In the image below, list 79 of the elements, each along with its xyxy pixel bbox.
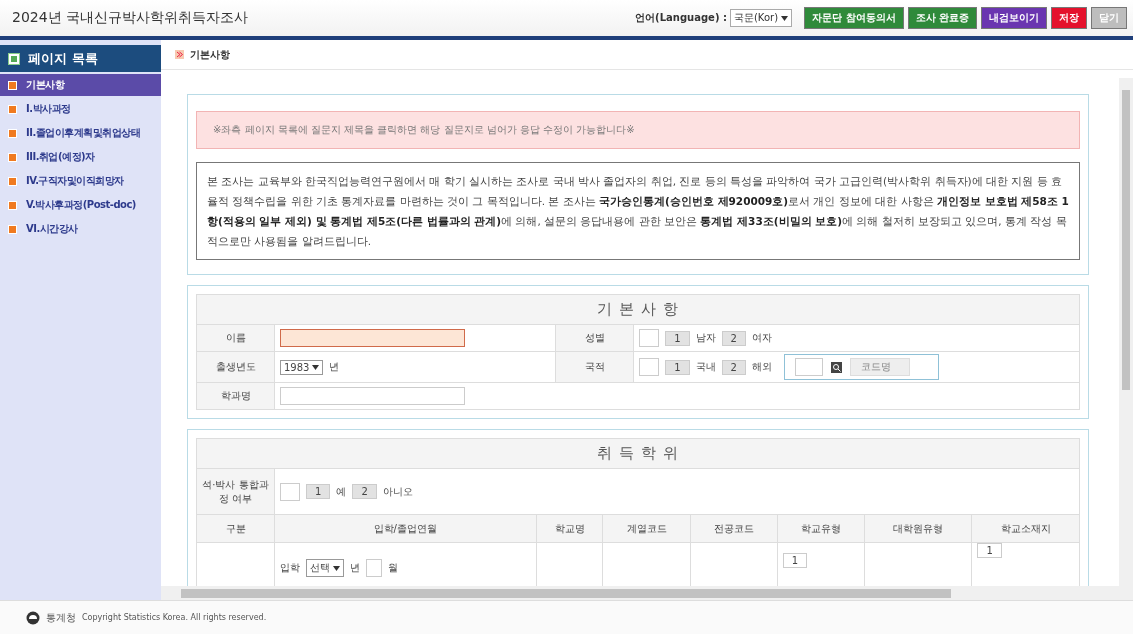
section-title: 취 득 학 위 — [196, 438, 1080, 469]
unit-label: 월 — [388, 561, 398, 575]
sidebar-item[interactable]: VI.시간강사 — [0, 218, 161, 240]
section-title: 기 본 사 항 — [196, 294, 1080, 325]
option-label: 여자 — [751, 331, 772, 345]
logo-icon — [26, 610, 40, 625]
header-button[interactable]: 조사 완료증 — [907, 7, 977, 29]
country-code-input[interactable] — [794, 358, 823, 376]
sidebar-item[interactable]: I.박사과정 — [0, 98, 161, 120]
bullet-icon — [8, 80, 17, 90]
location-input[interactable]: 1 — [977, 543, 1002, 558]
field-label: 학과명 — [196, 382, 275, 410]
answer-box[interactable] — [639, 329, 660, 347]
breadcrumb: 기본사항 — [190, 47, 230, 62]
bullet-icon — [175, 50, 184, 59]
notice-text: ※좌측 페이지 목록에 질문지 제목을 클릭하면 해당 질문지로 넘어가 응답 수정이 가능합니다※ — [196, 111, 1080, 149]
column-header: 대학원유형 — [864, 514, 972, 543]
column-header: 계열코드 — [602, 514, 691, 543]
bullet-icon — [8, 152, 17, 162]
sidebar-item[interactable]: 기본사항 — [0, 74, 161, 96]
option-code: 2 — [721, 330, 746, 346]
option-code: 1 — [665, 359, 690, 375]
option-code: 1 — [665, 330, 690, 346]
column-header: 구분 — [196, 514, 275, 543]
bullet-icon — [8, 128, 17, 138]
field-label: 성별 — [555, 324, 634, 352]
bullet-icon — [8, 176, 17, 186]
option-code: 2 — [352, 484, 377, 499]
caret-icon — [312, 364, 320, 370]
unit-label: 년 — [329, 360, 340, 374]
caret-icon — [781, 16, 789, 21]
name-input[interactable] — [280, 329, 465, 347]
field-label: 출생년도 — [196, 351, 275, 383]
column-header: 학교명 — [536, 514, 603, 543]
page-icon — [8, 52, 20, 65]
year-select[interactable]: 1983 — [280, 359, 324, 375]
column-header: 입학/졸업연월 — [274, 514, 537, 543]
bullet-icon — [8, 224, 17, 234]
option-code: 1 — [306, 484, 331, 499]
bullet-icon — [8, 104, 17, 114]
field-label: 국적 — [555, 351, 634, 383]
option-label: 예 — [336, 484, 347, 499]
answer-box[interactable] — [639, 358, 660, 376]
language-label: 언어(Language) : — [635, 11, 727, 25]
vertical-scrollbar[interactable] — [1119, 78, 1133, 586]
bullet-icon — [8, 200, 17, 210]
sidebar-item[interactable]: V.박사후과정(Post-doc) — [0, 194, 161, 216]
copyright-text: Copyright Statistics Korea. All rights reserved. — [82, 613, 267, 622]
column-header: 학교소재지 — [972, 514, 1080, 543]
header-button[interactable]: 저장 — [1051, 7, 1087, 29]
search-icon[interactable] — [830, 361, 842, 373]
language-select[interactable]: 국문(Kor) — [729, 9, 793, 27]
column-header: 학교유형 — [777, 514, 865, 543]
caret-icon — [333, 565, 340, 571]
sidebar-title: 페이지 목록 — [28, 49, 98, 68]
year-select[interactable]: 선택 — [306, 559, 344, 577]
sidebar-item[interactable]: III.취업(예정)자 — [0, 146, 161, 168]
header-button[interactable]: 내검보이기 — [981, 7, 1047, 29]
field-label: 이름 — [196, 324, 275, 352]
sidebar-item[interactable]: IV.구직자및이직희망자 — [0, 170, 161, 192]
row-label: 입학 — [280, 561, 300, 575]
option-code: 2 — [721, 359, 746, 375]
footer-org: 통계청 — [46, 610, 76, 625]
month-input[interactable] — [366, 559, 382, 577]
unit-label: 년 — [350, 561, 360, 575]
option-label: 국내 — [695, 360, 716, 374]
intro-text: 본 조사는 교육부와 한국직업능력연구원에서 매 학기 실시하는 조사로 국내 박사 졸업자의 취업, 진로 등의 특성을 파악하여 국가 고급인력(박사학위 취득자)에 대한 지원 등 효율적 정책수립을 위한 기초 통계자료를 마련하는 것이 그 목적입니다. 본 조사는 국가승인통계(승인번호 제920009호)로서 개인 정보에 대한 사항은 개인정보 보호법 제58조 1항(적용의 일부 제외) 및 통계법 제5조(다른 법률과의 관계)에 의해, 설문의 응답내용에 관한 보안은 통계법 제33조(비밀의 보호)에 의해 철저히 보장되고 있으며, 통계 작성 목적으로만 사용됨을 알려드립니다. — [196, 162, 1080, 260]
column-header: 전공코드 — [690, 514, 778, 543]
window-title: 2024년 국내신규박사학위취득자조사 — [12, 9, 250, 27]
answer-box[interactable] — [280, 482, 300, 501]
option-label: 아니오 — [382, 484, 413, 499]
option-label: 남자 — [695, 331, 716, 345]
field-label: 석·박사 통합과정 여부 — [196, 468, 275, 515]
department-input[interactable] — [280, 387, 465, 405]
horizontal-scrollbar[interactable] — [161, 586, 1133, 600]
option-label: 해외 — [751, 360, 772, 374]
school-type-input[interactable]: 1 — [782, 553, 808, 568]
sidebar-item[interactable]: II.졸업이후계획및취업상태 — [0, 122, 161, 144]
header-button[interactable]: 자문단 참여동의서 — [804, 7, 904, 29]
